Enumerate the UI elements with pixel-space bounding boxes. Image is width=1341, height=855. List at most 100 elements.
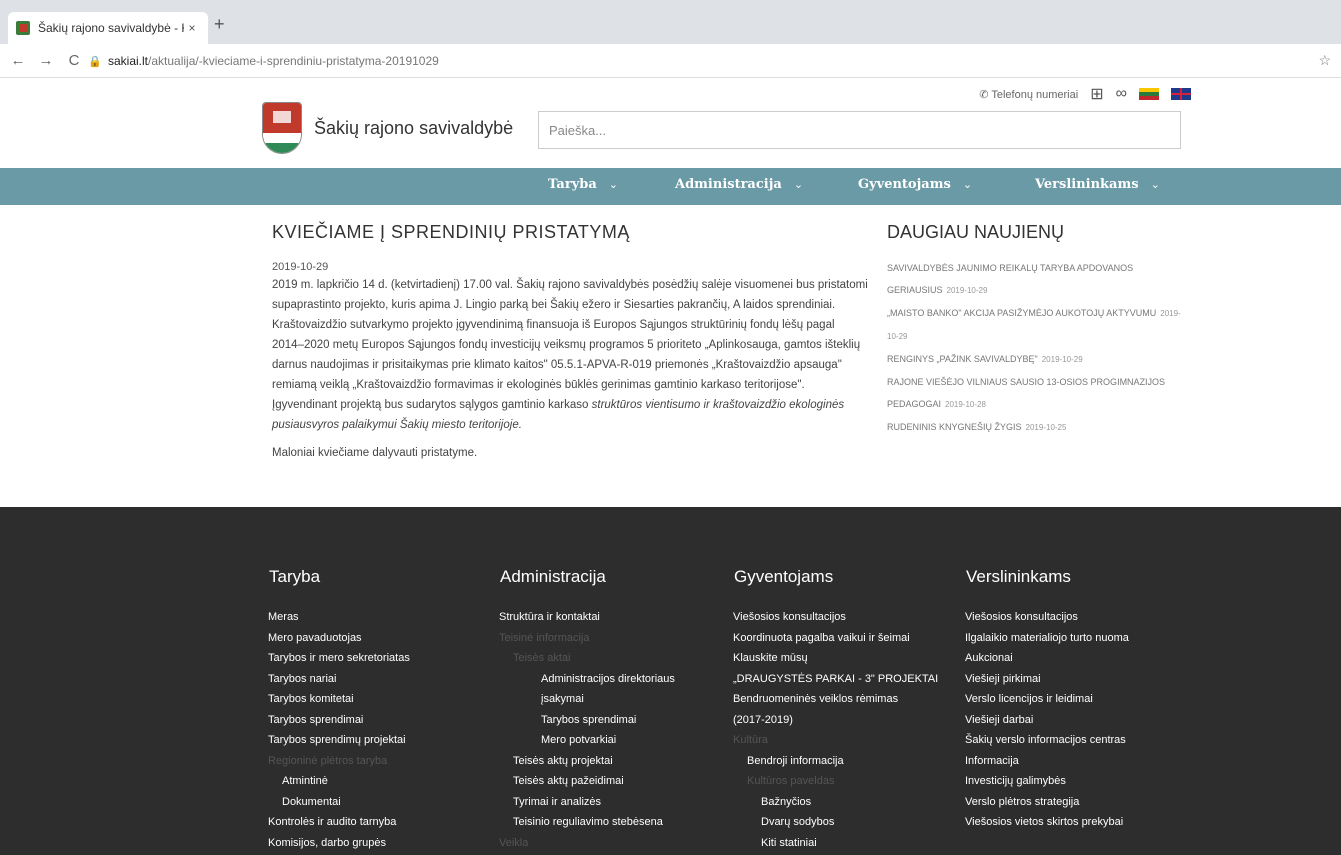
footer-link[interactable]: Ilgalaikio materialiojo turto nuoma <box>965 628 1195 649</box>
tab-title: Šakių rajono savivaldybė - KVIEČ <box>38 21 184 35</box>
footer-link[interactable]: Komisijos, darbo grupės <box>268 833 498 854</box>
news-list: SAVIVALDYBĖS JAUNIMO REIKALŲ TARYBA APDO… <box>887 257 1187 439</box>
footer-link[interactable]: Aukcionai <box>965 648 1195 669</box>
news-item[interactable]: RAJONE VIEŠĖJO VILNIAUS SAUSIO 13-OSIOS … <box>887 371 1187 416</box>
new-tab-button[interactable]: + <box>214 14 225 35</box>
footer-link[interactable]: Tarybos sprendimai <box>268 710 498 731</box>
footer-link[interactable]: Viešieji darbai <box>965 710 1195 731</box>
footer-link[interactable]: Struktūra ir kontaktai <box>499 607 729 628</box>
nav-gyventojams[interactable]: Gyventojams ⌄ <box>858 177 972 192</box>
reload-icon[interactable]: C <box>64 52 84 69</box>
footer-link[interactable]: Kontrolės ir audito tarnyba <box>268 812 498 833</box>
url-path: /aktualija/-kvieciame-i-sprendiniu-prist… <box>148 54 439 68</box>
phone-numbers-link[interactable]: ✆ Telefonų numeriai <box>979 88 1078 101</box>
web-page: ✆ Telefonų numeriai ⊞ ∞ Šakių rajono sav… <box>0 78 1341 855</box>
footer-link: Veikla <box>499 836 529 849</box>
bookmark-star-icon[interactable]: ☆ <box>1318 52 1331 69</box>
news-item[interactable]: RENGINYS „PAŽINK SAVIVALDYBĘ" 2019-10-29 <box>887 348 1187 371</box>
more-news: DAUGIAU NAUJIENŲ SAVIVALDYBĖS JAUNIMO RE… <box>887 222 1187 439</box>
lithuanian-flag-icon[interactable] <box>1139 88 1159 100</box>
article-closing: Maloniai kviečiame dalyvauti pristatyme. <box>272 447 478 459</box>
footer: Taryba Meras Mero pavaduotojas Tarybos ir … <box>0 507 1341 855</box>
footer-link[interactable]: Administracijos direktoriaus <box>499 669 729 690</box>
chevron-down-icon: ⌄ <box>1150 178 1160 191</box>
footer-link[interactable]: Verslo licencijos ir leidimai <box>965 689 1195 710</box>
nav-administracija[interactable]: Administracija ⌄ <box>675 177 803 192</box>
footer-link[interactable]: „DRAUGYSTĖS PARKAI - 3" PROJEKTAI <box>733 669 963 690</box>
forward-icon[interactable]: → <box>36 52 56 69</box>
footer-link[interactable]: Bendruomeninės veiklos rėmimas <box>733 689 963 710</box>
chevron-down-icon: ⌄ <box>962 178 973 191</box>
footer-link[interactable]: Tarybos sprendimų projektai <box>268 730 498 751</box>
site-name: Šakių rajono savivaldybė <box>314 117 514 138</box>
tab-close-icon[interactable]: × <box>184 21 200 35</box>
chevron-down-icon: ⌄ <box>793 178 804 191</box>
site-logo[interactable]: Šakių rajono savivaldybė <box>262 102 513 154</box>
phone-icon: ✆ <box>979 88 989 101</box>
chevron-down-icon: ⌄ <box>608 178 618 191</box>
footer-link[interactable]: Informacija <box>965 751 1195 772</box>
footer-link[interactable]: (2017-2019) <box>733 710 963 731</box>
article-date: 2019-10-29 <box>272 261 329 273</box>
glasses-icon[interactable]: ∞ <box>1116 85 1127 103</box>
footer-link[interactable]: Viešosios konsultacijos <box>733 607 963 628</box>
news-date: 2019-10-28 <box>945 400 986 409</box>
footer-col-administracija: Administracija Struktūra ir kontaktai Tei… <box>499 567 729 853</box>
footer-col-taryba: Taryba Meras Mero pavaduotojas Tarybos ir … <box>268 567 498 853</box>
footer-link[interactable]: Klauskite mūsų <box>733 648 963 669</box>
footer-link[interactable]: Viešosios konsultacijos <box>965 607 1195 628</box>
footer-link[interactable]: Tyrimai ir analizės <box>499 792 729 813</box>
sitemap-icon[interactable]: ⊞ <box>1090 84 1103 104</box>
footer-heading: Administracija <box>500 567 606 586</box>
footer-link[interactable]: Teisinio reguliavimo stebėsena <box>499 812 729 833</box>
footer-link[interactable]: Šakių verslo informacijos centras <box>965 730 1195 751</box>
footer-link[interactable]: Tarybos ir mero sekretoriatas <box>268 648 498 669</box>
footer-link[interactable]: Kiti statiniai <box>733 833 963 854</box>
footer-link[interactable]: Tarybos sprendimai <box>499 710 729 731</box>
footer-link[interactable]: Investicijų galimybės <box>965 771 1195 792</box>
footer-link[interactable]: Bendroji informacija <box>733 751 963 772</box>
article-body: 2019 m. lapkričio 14 d. (ketvirtadienį) … <box>272 279 868 431</box>
news-item[interactable]: „MAISTO BANKO" AKCIJA PASIŽYMĖJO AUKOTOJ… <box>887 302 1187 348</box>
article: KVIEČIAME Į SPRENDINIŲ PRISTATYMĄ 2019-1… <box>272 222 868 459</box>
back-icon[interactable]: ← <box>8 52 28 69</box>
footer-col-verslininkams: Verslininkams Viešosios konsultacijos Ilg… <box>965 567 1195 833</box>
footer-link[interactable]: Teisės aktų projektai <box>499 751 729 772</box>
footer-link[interactable]: Bažnyčios <box>733 792 963 813</box>
footer-link[interactable]: Tarybos komitetai <box>268 689 498 710</box>
news-item[interactable]: RUDENINIS KNYGNEŠIŲ ŽYGIS 2019-10-25 <box>887 416 1187 439</box>
search-input[interactable]: Paieška... <box>538 111 1181 149</box>
address-bar: ← → C 🔒 sakiai.lt/aktualija/-kvieciame-i… <box>0 44 1341 78</box>
english-flag-icon[interactable] <box>1171 88 1191 100</box>
footer-link[interactable]: įsakymai <box>499 689 729 710</box>
footer-link[interactable]: Verslo plėtros strategija <box>965 792 1195 813</box>
footer-link: Kultūra <box>733 734 768 746</box>
footer-link[interactable]: Meras <box>268 607 498 628</box>
footer-link[interactable]: Teisės aktų pažeidimai <box>499 771 729 792</box>
footer-heading: Taryba <box>269 567 321 586</box>
news-item[interactable]: SAVIVALDYBĖS JAUNIMO REIKALŲ TARYBA APDO… <box>887 257 1187 302</box>
footer-link[interactable]: Koordinuota pagalba vaikui ir šeimai <box>733 628 963 649</box>
footer-link: Teisės aktai <box>513 652 571 664</box>
footer-heading: Gyventojams <box>734 567 834 586</box>
favicon-icon <box>16 21 30 35</box>
browser-tabbar: Šakių rajono savivaldybė - KVIEČ × + <box>0 0 1341 44</box>
lock-icon: 🔒 <box>88 55 102 68</box>
footer-link[interactable]: Dokumentai <box>268 792 498 813</box>
footer-link[interactable]: Atmintinė <box>268 771 498 792</box>
footer-link[interactable]: Tarybos nariai <box>268 669 498 690</box>
footer-link[interactable]: Mero potvarkiai <box>499 730 729 751</box>
utility-bar: ✆ Telefonų numeriai ⊞ ∞ <box>979 84 1191 104</box>
footer-link[interactable]: Viešieji pirkimai <box>965 669 1195 690</box>
article-title: KVIEČIAME Į SPRENDINIŲ PRISTATYMĄ <box>272 222 630 242</box>
footer-link[interactable]: Mero pavaduotojas <box>268 628 498 649</box>
footer-link[interactable]: Viešosios vietos skirtos prekybai <box>965 812 1195 833</box>
nav-verslininkams[interactable]: Verslininkams ⌄ <box>1035 177 1160 192</box>
browser-tab[interactable]: Šakių rajono savivaldybė - KVIEČ × <box>8 12 208 44</box>
news-date: 2019-10-25 <box>1025 423 1067 432</box>
footer-link: Regioninė plėtros taryba <box>268 754 388 767</box>
footer-link[interactable]: Dvarų sodybos <box>733 812 963 833</box>
nav-taryba[interactable]: Taryba ⌄ <box>548 177 618 192</box>
main-nav: Taryba ⌄ Administracija ⌄ Gyventojams ⌄ Ver… <box>0 168 1341 205</box>
url-field[interactable]: 🔒 sakiai.lt/aktualija/-kvieciame-i-spren… <box>88 50 1308 72</box>
